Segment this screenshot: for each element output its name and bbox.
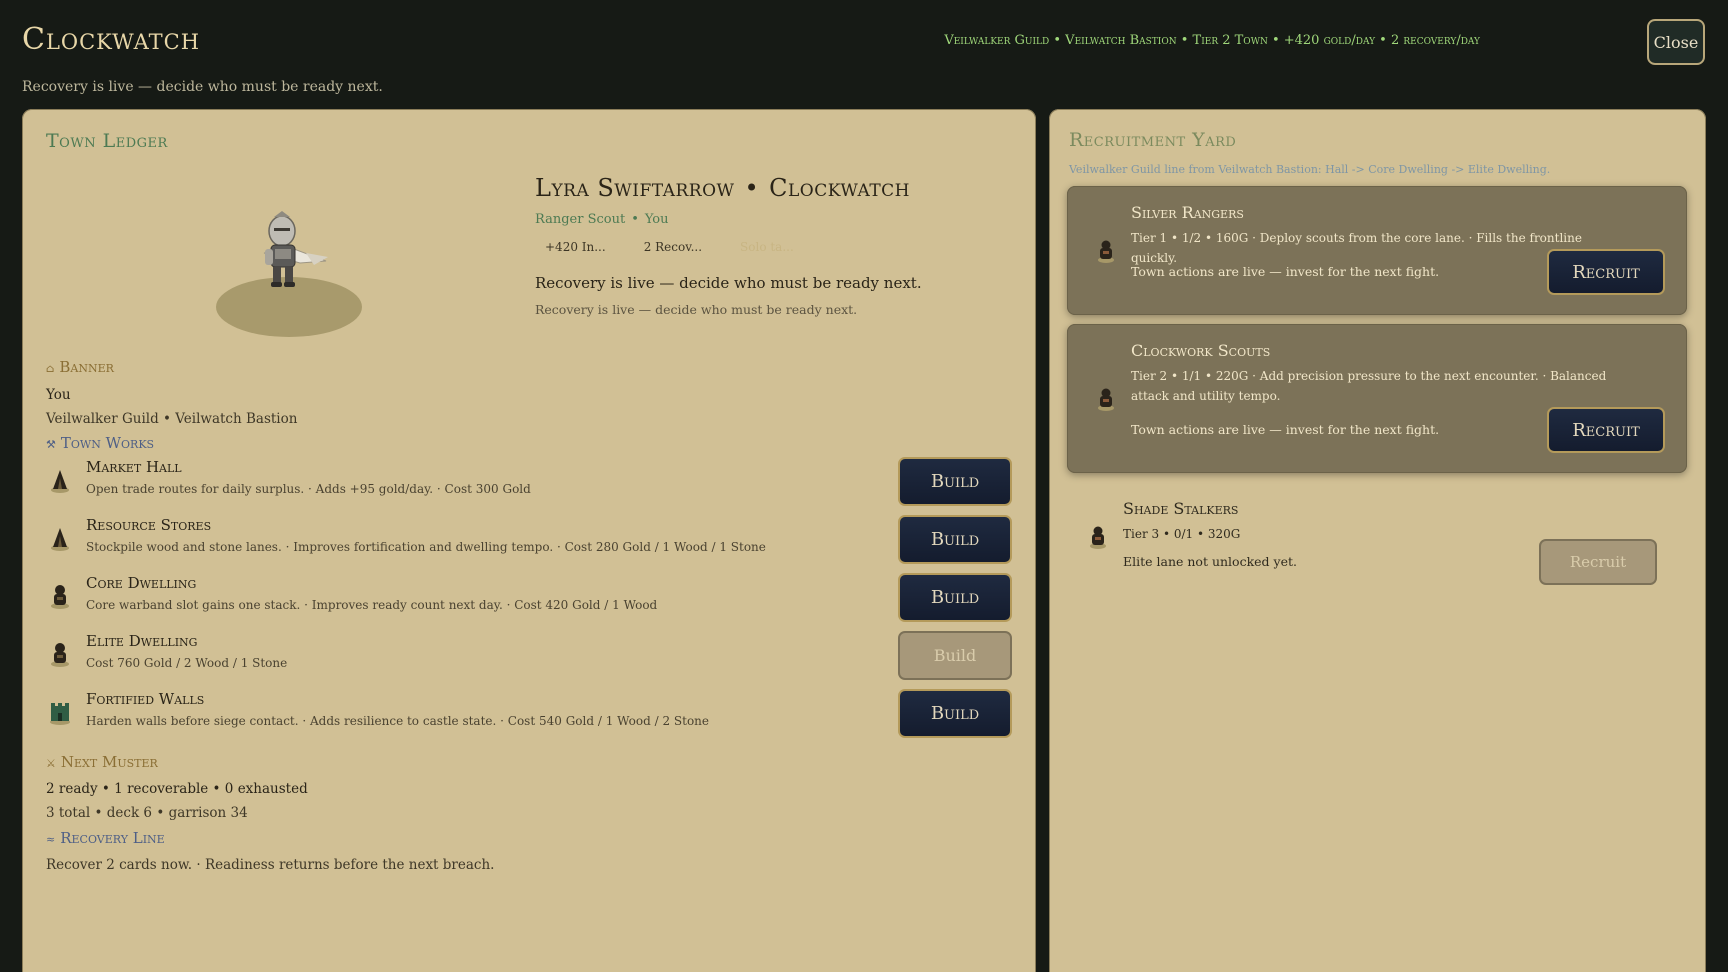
unit-name: Shade Stalkers (1123, 499, 1239, 518)
build-market-hall-button[interactable]: Build (898, 457, 1012, 506)
build-resource-stores-button[interactable]: Build (898, 515, 1012, 564)
town-works-heading: ⚒ Town Works (46, 434, 154, 452)
build-elite-dwelling-button[interactable]: Build (898, 631, 1012, 680)
recruit-shade-stalkers-button[interactable]: Recruit (1539, 539, 1657, 585)
next-muster-heading-label: Next Muster (60, 753, 158, 771)
income-chip: +420 In... (545, 240, 606, 254)
unit-icon (1098, 388, 1114, 411)
unit-desc: Tier 2 • 1/1 • 220G · Add precision pres… (1131, 369, 1607, 403)
muster-counts: 2 ready • 1 recoverable • 0 exhausted (46, 781, 308, 797)
build-core-dwelling-button[interactable]: Build (898, 573, 1012, 622)
name-separator: • (744, 174, 760, 202)
yard-subtitle: Veilwalker Guild line from Veilwatch Bas… (1069, 163, 1551, 176)
recovery-line-text: Recover 2 cards now. · Readiness returns… (46, 857, 495, 873)
hero-class: Ranger Scout (535, 212, 626, 227)
hero-message-detail: Recovery is live — decide who must be re… (535, 302, 858, 317)
unit-note: Elite lane not unlocked yet. (1123, 554, 1297, 569)
next-muster-heading: ⚔ Next Muster (46, 753, 158, 771)
top-bar: Clockwatch Veilwalker Guild • Veilwatch … (0, 0, 1728, 100)
work-row-fortified-walls: Fortified Walls Harden walls before sieg… (46, 687, 1012, 739)
role-separator: • (631, 212, 639, 227)
work-name: Elite Dwelling (86, 632, 198, 650)
town-status-line: Veilwalker Guild • Veilwatch Bastion • T… (944, 33, 1480, 48)
muster-totals: 3 total • deck 6 • garrison 34 (46, 805, 248, 821)
hero-name-line: Lyra Swiftarrow • Clockwatch (535, 174, 910, 202)
work-desc: Harden walls before siege contact. · Add… (86, 714, 710, 728)
work-name: Fortified Walls (86, 690, 205, 708)
work-row-elite-dwelling: Elite Dwelling Cost 760 Gold / 2 Wood / … (46, 629, 1012, 681)
unit-icon (1098, 240, 1114, 263)
mode-chip: Solo ta... (740, 240, 794, 254)
castle-icon (50, 703, 70, 725)
unit-card-clockwork-scouts: Clockwork Scouts Tier 2 • 1/1 • 220G · A… (1067, 324, 1687, 473)
home-icon: ⌂ (46, 362, 55, 375)
hero-town: Clockwatch (769, 174, 910, 202)
work-row-market-hall: Market Hall Open trade routes for daily … (46, 455, 1012, 507)
yard-title: Recruitment Yard (1069, 129, 1237, 151)
unit-icon (1090, 526, 1106, 549)
dwelling-icon (51, 643, 69, 667)
banner-guild: Veilwalker Guild • Veilwatch Bastion (46, 411, 298, 427)
work-row-core-dwelling: Core Dwelling Core warband slot gains on… (46, 571, 1012, 623)
work-name: Market Hall (86, 458, 182, 476)
unit-name: Clockwork Scouts (1131, 341, 1271, 360)
hero-chips: +420 In... 2 Recov... Solo ta... (535, 240, 804, 254)
banner-heading: ⌂ Banner (46, 358, 114, 376)
dwelling-icon (51, 585, 69, 609)
hammer-icon: ⚒ (46, 438, 56, 451)
hero-role-line: Ranger Scout • You (535, 212, 669, 227)
banner-player: You (46, 387, 71, 403)
work-desc: Cost 760 Gold / 2 Wood / 1 Stone (86, 656, 288, 670)
ledger-title: Town Ledger (46, 130, 168, 152)
recruitment-yard-panel: Recruitment Yard Veilwalker Guild line f… (1049, 109, 1706, 972)
close-button[interactable]: Close (1647, 19, 1705, 65)
wave-icon: ≈ (46, 833, 56, 846)
work-row-resource-stores: Resource Stores Stockpile wood and stone… (46, 513, 1012, 565)
hero-owner: You (644, 212, 669, 227)
tent-icon (51, 470, 69, 493)
hero-portrait (216, 209, 362, 337)
town-works-heading-label: Town Works (60, 434, 155, 452)
work-name: Resource Stores (86, 516, 212, 534)
crossed-swords-icon: ⚔ (46, 757, 56, 770)
recruit-silver-rangers-button[interactable]: Recruit (1547, 249, 1665, 295)
recovery-line-heading: ≈ Recovery Line (46, 829, 165, 847)
recruit-clockwork-scouts-button[interactable]: Recruit (1547, 407, 1665, 453)
unit-note: Town actions are live — invest for the n… (1131, 422, 1440, 437)
page-subtitle: Recovery is live — decide who must be re… (22, 79, 383, 95)
knight-figure-icon (263, 211, 328, 287)
work-name: Core Dwelling (86, 574, 197, 592)
unit-name: Silver Rangers (1131, 203, 1244, 222)
hero-name: Lyra Swiftarrow (535, 174, 735, 202)
work-desc: Open trade routes for daily surplus. · A… (86, 482, 531, 496)
hero-message: Recovery is live — decide who must be re… (535, 274, 922, 292)
unit-card-silver-rangers: Silver Rangers Tier 1 • 1/2 • 160G · Dep… (1067, 186, 1687, 315)
unit-note: Town actions are live — invest for the n… (1131, 264, 1440, 279)
unit-card-shade-stalkers: Shade Stalkers Tier 3 • 0/1 • 320G Elite… (1059, 482, 1679, 592)
recovery-chip: 2 Recov... (643, 240, 703, 254)
build-fortified-walls-button[interactable]: Build (898, 689, 1012, 738)
recovery-line-heading-label: Recovery Line (60, 829, 165, 847)
app-title: Clockwatch (22, 22, 201, 57)
work-desc: Stockpile wood and stone lanes. · Improv… (86, 540, 766, 554)
town-ledger-panel: Town Ledger Lyra Swiftarrow • Clockwatch R… (22, 109, 1036, 972)
tent-icon (51, 528, 69, 551)
banner-heading-label: Banner (59, 358, 114, 376)
work-desc: Core warband slot gains one stack. · Imp… (86, 598, 658, 612)
